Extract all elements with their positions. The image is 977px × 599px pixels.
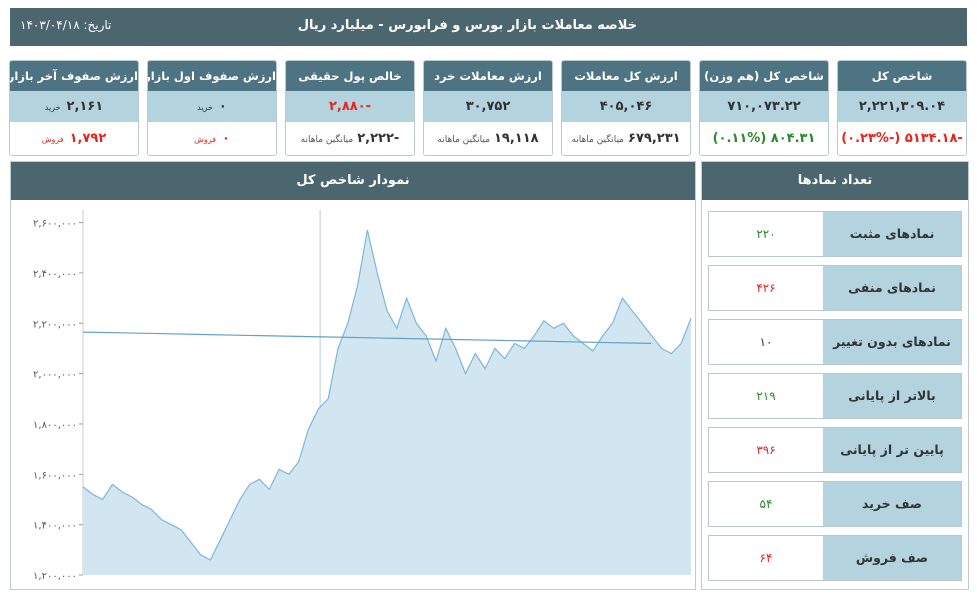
y-tick-label: ۲,۶۰۰,۰۰۰ <box>33 219 77 230</box>
count-row[interactable]: نمادهای منفی ۴۲۶ <box>708 265 962 311</box>
count-value: ۲۲۰ <box>756 227 776 241</box>
y-tick-label: ۱,۸۰۰,۰۰۰ <box>33 420 77 431</box>
card-title: خالص پول حقیقی <box>286 61 414 91</box>
card-monthly-average: ۶۷۹,۲۳۱میانگین ماهانه <box>562 122 690 155</box>
symbol-counts-panel: تعداد نمادها نمادهای مثبت ۲۲۰ نمادهای منفی… <box>701 161 969 590</box>
count-row[interactable]: پایین تر از پایانی ۳۹۶ <box>708 427 962 473</box>
card-total-trade-value[interactable]: ارزش کل معاملات ۴۰۵,۰۴۶ ۶۷۹,۲۳۱میانگین م… <box>561 60 691 156</box>
count-label: نمادهای بدون تغییر <box>823 320 961 364</box>
card-last-queue-value[interactable]: ارزش صفوف آخر بازار ۲,۱۶۱خرید ۱,۷۹۲فروش <box>9 60 139 156</box>
card-monthly-average: ۱۹,۱۱۸میانگین ماهانه <box>424 122 552 155</box>
count-label: صف فروش <box>823 536 961 580</box>
card-buy: ۲,۱۶۱خرید <box>10 91 138 122</box>
y-tick-label: ۲,۴۰۰,۰۰۰ <box>33 269 77 280</box>
y-tick-label: ۱,۲۰۰,۰۰۰ <box>33 571 77 582</box>
card-value: -۲,۸۸۰ <box>286 91 414 122</box>
count-row[interactable]: صف خرید ۵۴ <box>708 481 962 527</box>
count-label: نمادهای مثبت <box>823 212 961 256</box>
card-title: ارزش صفوف آخر بازار <box>10 61 138 91</box>
card-title: ارزش کل معاملات <box>562 61 690 91</box>
card-net-real-money[interactable]: خالص پول حقیقی -۲,۸۸۰ -۲,۲۲۲میانگین ماها… <box>285 60 415 156</box>
count-value: ۳۹۶ <box>756 443 776 457</box>
card-sell: ۱,۷۹۲فروش <box>10 122 138 155</box>
count-row[interactable]: نمادهای بدون تغییر ۱۰ <box>708 319 962 365</box>
count-row[interactable]: بالاتر از پایانی ۲۱۹ <box>708 373 962 419</box>
chart-title: نمودار شاخص کل <box>11 162 695 200</box>
count-label: نمادهای منفی <box>823 266 961 310</box>
card-value: ۳۰,۷۵۲ <box>424 91 552 122</box>
index-area <box>83 230 691 575</box>
card-change: ۸۰۴.۳۱ (۰.۱۱%) <box>700 122 828 155</box>
counts-title: تعداد نمادها <box>702 162 968 200</box>
card-equal-weight-index[interactable]: شاخص کل (هم وزن) ۷۱۰,۰۷۳.۲۲ ۸۰۴.۳۱ (۰.۱۱… <box>699 60 829 156</box>
y-tick-label: ۲,۰۰۰,۰۰۰ <box>33 370 77 381</box>
index-chart[interactable]: ۲,۶۰۰,۰۰۰ ۲,۴۰۰,۰۰۰ ۲,۲۰۰,۰۰۰ ۲,۰۰۰,۰۰۰ ۱,۸۰… <box>11 200 695 589</box>
card-monthly-average: -۲,۲۲۲میانگین ماهانه <box>286 122 414 155</box>
y-tick-label: ۱,۴۰۰,۰۰۰ <box>33 521 77 532</box>
count-label: پایین تر از پایانی <box>823 428 961 472</box>
card-sell: ۰فروش <box>148 122 276 155</box>
card-buy: ۰خرید <box>148 91 276 122</box>
count-value: ۵۴ <box>759 497 773 511</box>
count-row[interactable]: صف فروش ۶۴ <box>708 535 962 581</box>
count-row[interactable]: نمادهای مثبت ۲۲۰ <box>708 211 962 257</box>
card-first-queue-value[interactable]: ارزش صفوف اول بازار ۰خرید ۰فروش <box>147 60 277 156</box>
card-retail-trade-value[interactable]: ارزش معاملات خرد ۳۰,۷۵۲ ۱۹,۱۱۸میانگین ما… <box>423 60 553 156</box>
card-value: ۷۱۰,۰۷۳.۲۲ <box>700 91 828 122</box>
card-title: ارزش معاملات خرد <box>424 61 552 91</box>
count-label: صف خرید <box>823 482 961 526</box>
card-value: ۲,۲۲۱,۳۰۹.۰۴ <box>838 91 966 122</box>
count-value: ۴۲۶ <box>756 281 776 295</box>
count-label: بالاتر از پایانی <box>823 374 961 418</box>
y-tick-label: ۲,۲۰۰,۰۰۰ <box>33 319 77 330</box>
page-title: خلاصه معاملات بازار بورس و فرابورس - میل… <box>297 18 637 33</box>
card-title: ارزش صفوف اول بازار <box>148 61 276 91</box>
summary-header: خلاصه معاملات بازار بورس و فرابورس - میل… <box>10 8 967 46</box>
count-value: ۱۰ <box>759 335 773 349</box>
index-chart-panel: نمودار شاخص کل ۲,۶۰۰,۰۰۰ ۲,۴۰۰,۰۰۰ ۲,۲۰۰,۰… <box>10 161 696 590</box>
card-total-index[interactable]: شاخص کل ۲,۲۲۱,۳۰۹.۰۴ -۵۱۳۴.۱۸ (-۰.۲۳%) <box>837 60 967 156</box>
count-value: ۲۱۹ <box>756 389 776 403</box>
card-change: -۵۱۳۴.۱۸ (-۰.۲۳%) <box>838 122 966 155</box>
card-value: ۴۰۵,۰۴۶ <box>562 91 690 122</box>
count-value: ۶۴ <box>759 551 773 565</box>
card-title: شاخص کل (هم وزن) <box>700 61 828 91</box>
date-label: تاریخ: ۱۴۰۳/۰۴/۱۸ <box>20 18 112 32</box>
summary-cards: شاخص کل ۲,۲۲۱,۳۰۹.۰۴ -۵۱۳۴.۱۸ (-۰.۲۳%) ش… <box>9 60 967 156</box>
card-title: شاخص کل <box>838 61 966 91</box>
y-tick-label: ۱,۶۰۰,۰۰۰ <box>33 470 77 481</box>
